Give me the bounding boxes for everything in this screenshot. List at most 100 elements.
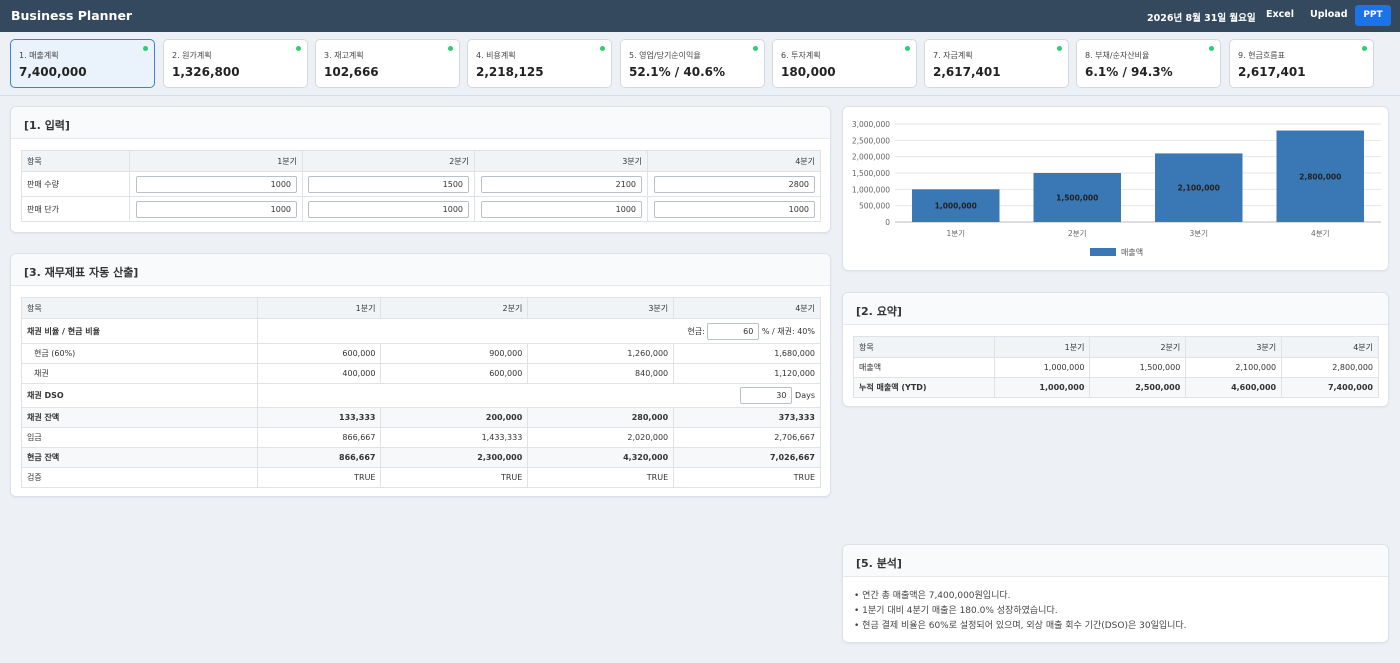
column-header: 1분기: [256, 297, 382, 319]
tab-value: 180,000: [781, 65, 836, 79]
tab-label: 1. 매출계획: [19, 51, 59, 60]
column-header: 3분기: [527, 297, 675, 319]
table-row: 누적 매출액 (YTD) 1,000,000 2,500,000 4,600,0…: [853, 377, 1379, 398]
tab-debt-ratio[interactable]: 8. 부채/순자산비율 6.1% / 94.3%: [1076, 39, 1221, 88]
table-cell: 840,000: [527, 363, 675, 384]
quantity-input-q3[interactable]: 2100: [481, 175, 642, 193]
tab-expense-plan[interactable]: 4. 비용계획 2,218,125: [467, 39, 612, 88]
quantity-input-q2[interactable]: 1500: [308, 175, 470, 193]
status-dot: [1057, 46, 1062, 51]
check-cell: TRUE: [673, 467, 821, 488]
tab-label: 8. 부채/순자산비율: [1085, 51, 1150, 60]
table-cell: 1,260,000: [527, 343, 675, 364]
table-cell: 1,680,000: [673, 343, 821, 364]
bar-data-label: 2,800,000: [1299, 172, 1341, 181]
sales-bar-chart: 0 500,000 1,000,000 1,500,000 2,000,000 2,500…: [852, 120, 1381, 257]
status-dot: [296, 46, 301, 51]
row-label: 현금 (60%): [21, 343, 258, 364]
dso-input[interactable]: 30: [740, 387, 793, 404]
x-tick-label: 4분기: [1311, 229, 1330, 238]
panel-header: [5. 분석]: [843, 545, 1388, 577]
ppt-button[interactable]: PPT: [1355, 5, 1391, 26]
table-cell: 900,000: [380, 343, 529, 364]
table-cell: 1,500,000: [1089, 357, 1187, 378]
top-bar: Business Planner 2026년 8월 31일 월요일 Excel …: [0, 0, 1400, 32]
y-tick-label: 2,000,000: [852, 153, 890, 162]
summary-panel: [2. 요약] 항목 1분기 2분기 3분기 4분기 매출액 1,000,000…: [842, 292, 1389, 407]
table-cell: 4,600,000: [1185, 377, 1283, 398]
cash-ratio-input[interactable]: 60: [707, 322, 760, 340]
column-header: 1분기: [129, 150, 304, 172]
table-cell: 2,300,000: [380, 447, 529, 468]
column-header: 3분기: [1185, 336, 1283, 358]
price-input-q3[interactable]: 1000: [481, 200, 642, 218]
table-row: 채권 비율 / 현금 비율 현금: 60 % / 채권: 40%: [21, 318, 822, 344]
tab-inventory-plan[interactable]: 3. 재고계획 102,666: [315, 39, 460, 88]
quantity-input-q4[interactable]: 2800: [654, 175, 815, 193]
ratio-cell: 현금: 60 % / 채권: 40%: [256, 318, 822, 344]
row-label: 판매 수량: [20, 171, 131, 197]
tab-label: 6. 투자계획: [781, 51, 821, 60]
y-tick-label: 3,000,000: [852, 120, 890, 129]
price-input-q4[interactable]: 1000: [654, 200, 815, 218]
cash-ratio-label: 현금:: [687, 326, 705, 336]
column-header: 1분기: [993, 336, 1091, 358]
column-header: 2분기: [380, 297, 529, 319]
column-header: 항목: [853, 336, 995, 358]
bar-data-label: 2,100,000: [1178, 184, 1220, 193]
panel-title: [3. 재무제표 자동 산출]: [24, 266, 139, 279]
table-row: 입금 866,667 1,433,333 2,020,000 2,706,667: [21, 427, 821, 448]
excel-button[interactable]: Excel: [1266, 9, 1294, 20]
row-label: 검증: [21, 467, 258, 488]
tab-funding-plan[interactable]: 7. 자금계획 2,617,401: [924, 39, 1069, 88]
summary-table: 항목 1분기 2분기 3분기 4분기 매출액 1,000,000 1,500,0…: [853, 336, 1379, 398]
upload-button[interactable]: Upload: [1310, 9, 1348, 20]
table-cell: 600,000: [380, 363, 529, 384]
table-cell: 600,000: [256, 343, 382, 364]
quantity-input-q1[interactable]: 1000: [136, 175, 298, 193]
table-cell: 133,333: [256, 407, 382, 428]
table-header-row: 항목 1분기 2분기 3분기 4분기: [853, 336, 1379, 358]
table-cell: 2,100,000: [1185, 357, 1283, 378]
tab-label: 5. 영업/당기순이익율: [629, 51, 701, 60]
column-header: 3분기: [474, 150, 648, 172]
status-dot: [448, 46, 453, 51]
table-cell: 280,000: [527, 407, 675, 428]
tab-label: 7. 자금계획: [933, 51, 973, 60]
y-tick-label: 0: [885, 218, 890, 227]
table-cell: 866,667: [256, 427, 382, 448]
table-header-row: 항목 1분기 2분기 3분기 4분기: [21, 297, 821, 319]
table-row: 채권 400,000 600,000 840,000 1,120,000: [21, 363, 821, 384]
row-label: 채권 DSO: [21, 383, 258, 408]
bar-data-label: 1,500,000: [1056, 194, 1098, 203]
status-dot: [143, 46, 148, 51]
table-row: 현금 (60%) 600,000 900,000 1,260,000 1,680…: [21, 343, 821, 364]
row-label: 매출액: [853, 357, 995, 378]
table-cell: 866,667: [256, 447, 382, 468]
column-header: 4분기: [1281, 336, 1379, 358]
table-cell: 7,026,667: [673, 447, 821, 468]
tab-sales-plan[interactable]: 1. 매출계획 7,400,000: [10, 39, 155, 88]
tab-value: 6.1% / 94.3%: [1085, 65, 1173, 79]
x-tick-label: 1분기: [946, 229, 965, 238]
tab-cashflow[interactable]: 9. 현금흐름표 2,617,401: [1229, 39, 1374, 88]
table-cell: 2,500,000: [1089, 377, 1187, 398]
row-label: 채권: [21, 363, 258, 384]
row-label: 현금 잔액: [21, 447, 258, 468]
price-input-q2[interactable]: 1000: [308, 200, 470, 218]
finance-table: 항목 1분기 2분기 3분기 4분기 채권 비율 / 현금 비율 현금: 60 …: [21, 297, 822, 488]
y-tick-label: 500,000: [859, 202, 890, 211]
price-input-q1[interactable]: 1000: [136, 200, 298, 218]
bar-data-label: 1,000,000: [935, 202, 977, 211]
tab-investment-plan[interactable]: 6. 투자계획 180,000: [772, 39, 917, 88]
table-header-row: 항목 1분기 2분기 3분기 4분기: [20, 150, 821, 172]
analysis-line: • 연간 총 매출액은 7,400,000원입니다.: [854, 591, 1011, 601]
tab-profit-ratio[interactable]: 5. 영업/당기순이익율 52.1% / 40.6%: [620, 39, 765, 88]
status-dot: [1209, 46, 1214, 51]
tab-value: 102,666: [324, 65, 379, 79]
column-header: 항목: [21, 297, 258, 319]
check-cell: TRUE: [256, 467, 382, 488]
table-row: 판매 수량 1000 1500 2100 2800: [20, 171, 821, 197]
tab-cost-plan[interactable]: 2. 원가계획 1,326,800: [163, 39, 308, 88]
analysis-text: • 연간 총 매출액은 7,400,000원입니다. • 1분기 대비 4분기 …: [854, 589, 1187, 634]
